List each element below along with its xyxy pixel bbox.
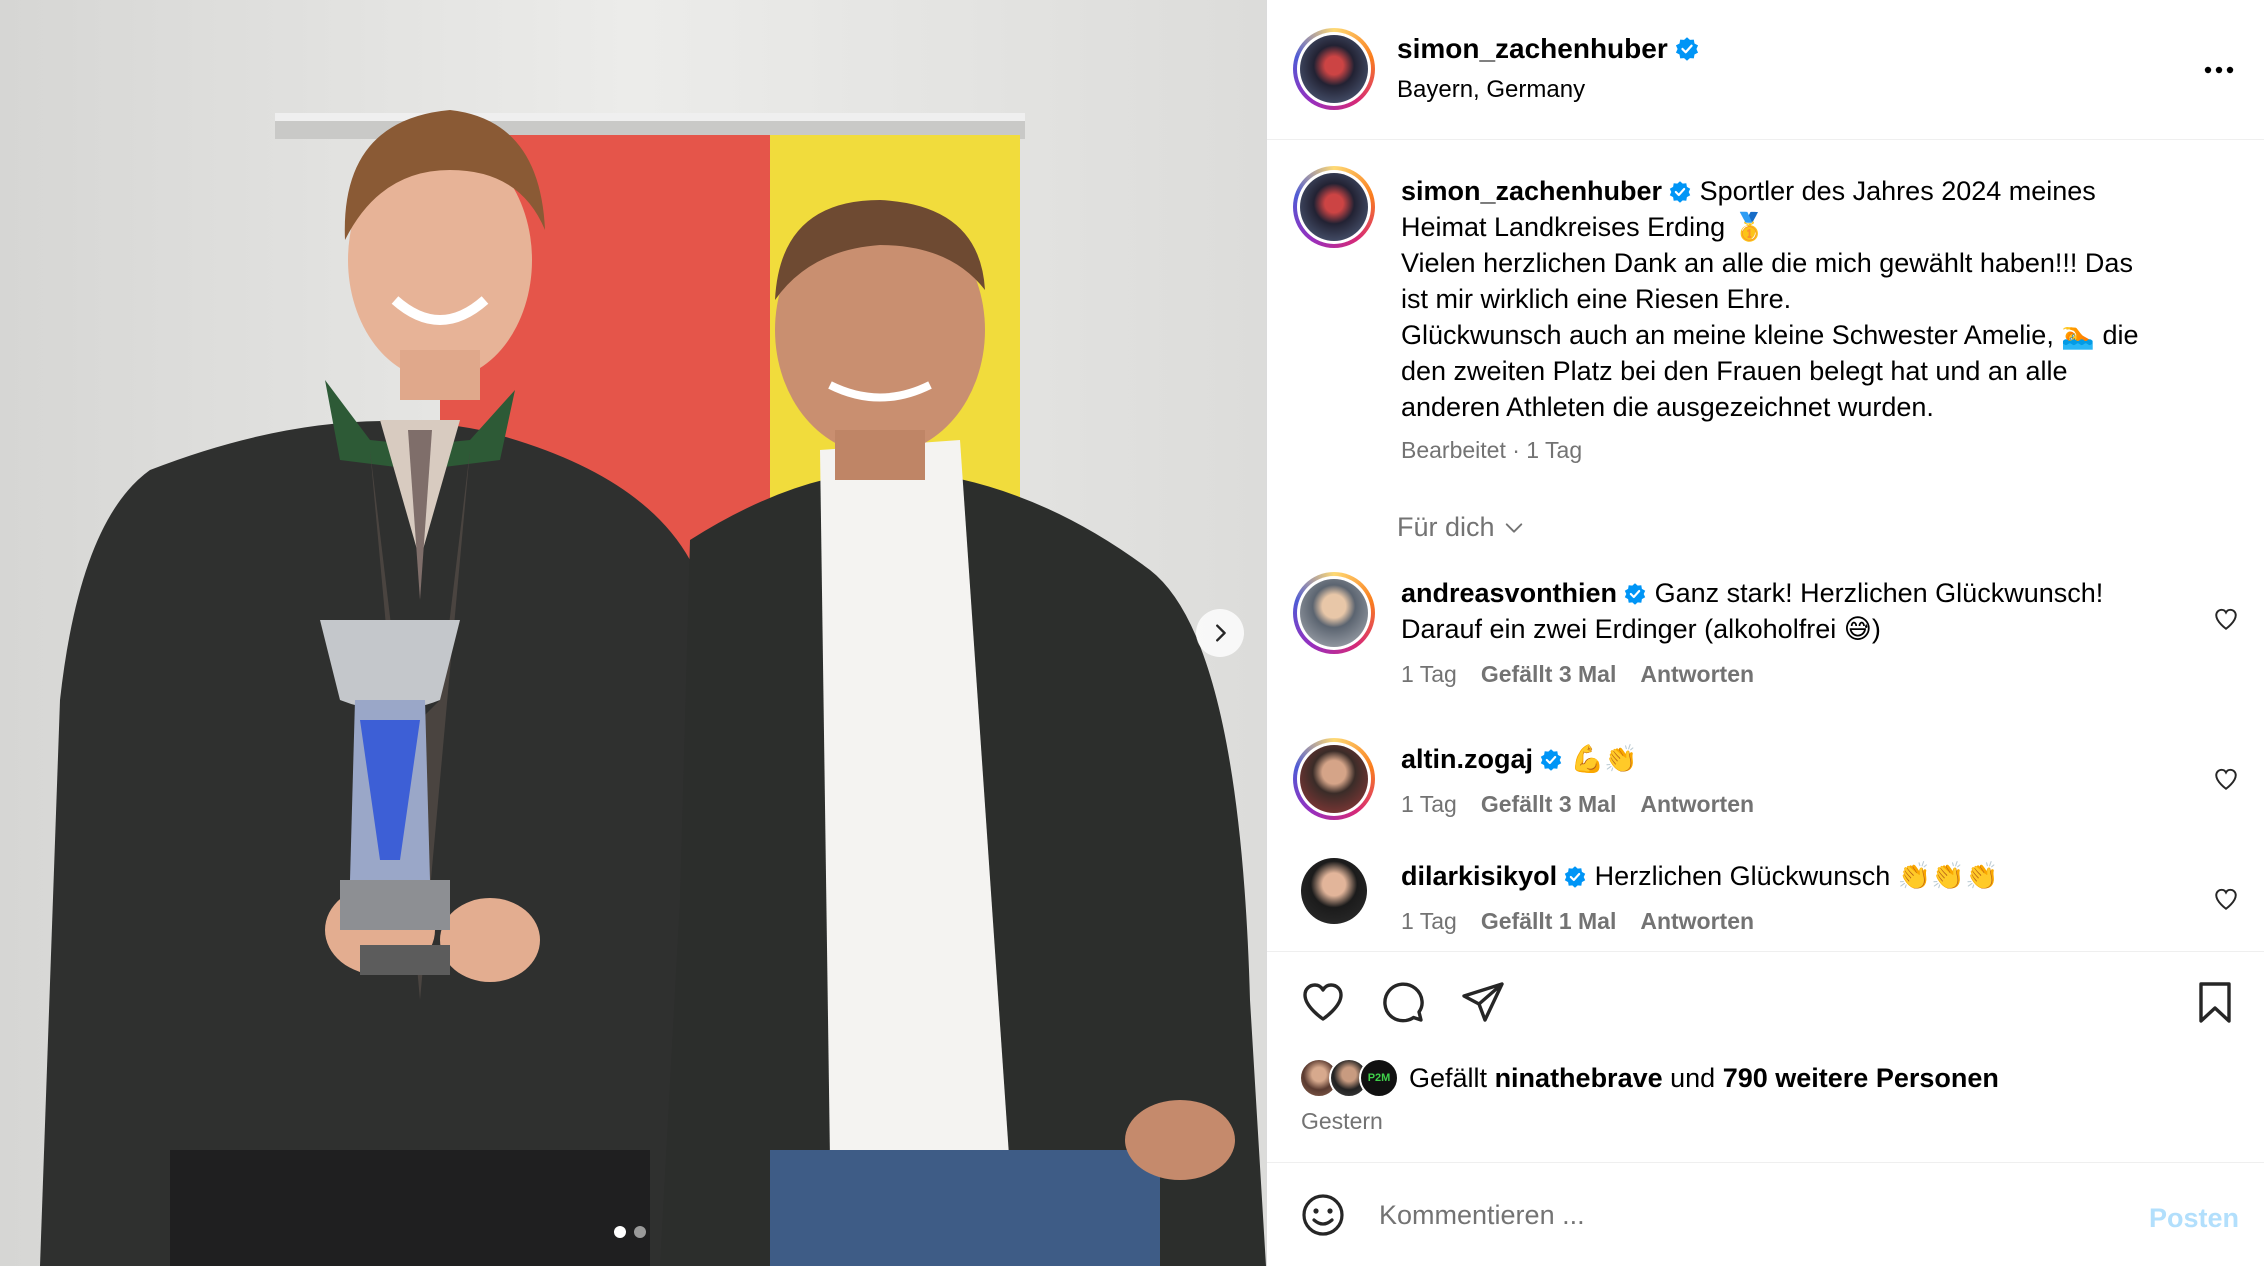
likes-prefix: Gefällt: [1409, 1062, 1488, 1093]
comment-avatar[interactable]: [1301, 858, 1367, 924]
verified-icon: [1624, 583, 1646, 605]
verified-icon: [1675, 37, 1698, 61]
comment-item: altin.zogaj 💪👏 1 Tag Gefällt 3 Mal Antwo…: [1267, 726, 2264, 836]
comment-time[interactable]: 1 Tag: [1401, 661, 1457, 688]
liker-avatars: P2M: [1299, 1058, 1401, 1098]
verified-icon: [1540, 749, 1562, 771]
chevron-right-icon: [1216, 624, 1226, 642]
comment-avatar[interactable]: [1293, 572, 1375, 654]
caption-line: Glückwunsch auch an meine kleine Schwest…: [1401, 320, 2139, 350]
emoji-icon[interactable]: [1299, 1191, 1347, 1239]
comment-text: 💪👏: [1570, 744, 1638, 774]
heart-icon[interactable]: [2213, 766, 2239, 792]
post-date[interactable]: Gestern: [1301, 1108, 1383, 1135]
avatar-logo: P2M: [1367, 1072, 1391, 1084]
comment-item: andreasvonthien Ganz stark! Herzlichen G…: [1267, 560, 2264, 687]
share-icon[interactable]: [1459, 978, 1507, 1026]
carousel-dot: [634, 1226, 646, 1238]
reply-button[interactable]: Antworten: [1640, 908, 1754, 935]
reply-button[interactable]: Antworten: [1640, 791, 1754, 818]
likes-others[interactable]: 790 weitere Personen: [1723, 1063, 1999, 1093]
chevron-down-icon: [1505, 522, 1522, 533]
caption-line: anderen Athleten die ausgezeichnet wurde…: [1401, 392, 1934, 422]
heart-icon[interactable]: [2213, 606, 2239, 632]
caption-line: den zweiten Platz bei den Frauen belegt …: [1401, 356, 2068, 386]
carousel-indicator: [614, 1226, 646, 1238]
post-actions: P2M Gefällt ninathebrave und 790 weitere…: [1267, 952, 2264, 1162]
caption-line: Vielen herzlichen Dank an alle die mich …: [1401, 248, 2133, 278]
comment-item: dilarkisikyol Herzlichen Glückwunsch 👏👏👏…: [1267, 858, 2264, 951]
caption-line: simon_zachenhuber Sportler des Jahres 20…: [1401, 173, 2231, 209]
caption: simon_zachenhuber Sportler des Jahres 20…: [1401, 173, 2231, 464]
comment-username[interactable]: altin.zogaj: [1401, 744, 1533, 774]
carousel-dot: [614, 1226, 626, 1238]
likes-user[interactable]: ninathebrave: [1495, 1063, 1663, 1093]
more-icon[interactable]: [2199, 50, 2239, 90]
photo-image: [0, 0, 1266, 1266]
sort-label: Für dich: [1397, 512, 1495, 542]
comment-composer: Posten: [1267, 1162, 2264, 1266]
comments-area[interactable]: simon_zachenhuber Sportler des Jahres 20…: [1267, 140, 2264, 952]
comment-input[interactable]: [1379, 1193, 2079, 1237]
comment-avatar[interactable]: [1293, 738, 1375, 820]
author-avatar[interactable]: [1293, 28, 1375, 110]
caption-line: ist mir wirklich eine Riesen Ehre.: [1401, 284, 1792, 314]
bookmark-icon[interactable]: [2191, 978, 2239, 1026]
caption-text: Sportler des Jahres 2024 meines: [1699, 176, 2096, 206]
avatar: P2M: [1359, 1058, 1399, 1098]
comment-sort-selector[interactable]: Für dich: [1397, 512, 1525, 543]
comment-likes[interactable]: Gefällt 1 Mal: [1481, 908, 1616, 935]
comment-text: Darauf ein zwei Erdinger (alkoholfrei 😅): [1401, 614, 1881, 644]
caption-username[interactable]: simon_zachenhuber: [1401, 176, 1662, 206]
likes-middle: und: [1670, 1062, 1716, 1093]
post-photo[interactable]: [0, 0, 1266, 1266]
comment-text: Herzlichen Glückwunsch 👏👏👏: [1594, 861, 1999, 891]
post-sidebar: simon_zachenhuber Bayern, Germany simon_…: [1266, 0, 2264, 1266]
comment-likes[interactable]: Gefällt 3 Mal: [1481, 791, 1616, 818]
caption-line: Heimat Landkreises Erding 🥇: [1401, 212, 1767, 242]
comment-time[interactable]: 1 Tag: [1401, 791, 1457, 818]
reply-button[interactable]: Antworten: [1640, 661, 1754, 688]
caption-meta: Bearbeitet · 1 Tag: [1401, 437, 1583, 463]
comment-time[interactable]: 1 Tag: [1401, 908, 1457, 935]
comment-username[interactable]: andreasvonthien: [1401, 578, 1617, 608]
verified-icon: [1564, 866, 1586, 888]
verified-icon: [1669, 181, 1691, 203]
comment-icon[interactable]: [1379, 978, 1427, 1026]
comment-likes[interactable]: Gefällt 3 Mal: [1481, 661, 1616, 688]
post-location[interactable]: Bayern, Germany: [1397, 76, 1585, 104]
author-username[interactable]: simon_zachenhuber: [1397, 33, 1668, 64]
post-header: simon_zachenhuber Bayern, Germany: [1267, 0, 2264, 140]
likes-row[interactable]: P2M Gefällt ninathebrave und 790 weitere…: [1299, 1058, 1999, 1098]
post-comment-button[interactable]: Posten: [2149, 1203, 2239, 1234]
caption-avatar[interactable]: [1293, 166, 1375, 248]
comment-username[interactable]: dilarkisikyol: [1401, 861, 1557, 891]
heart-icon[interactable]: [2213, 886, 2239, 912]
heart-icon[interactable]: [1299, 978, 1347, 1026]
comment-text: Ganz stark! Herzlichen Glückwunsch!: [1654, 578, 2104, 608]
next-photo-button[interactable]: [1196, 609, 1244, 657]
